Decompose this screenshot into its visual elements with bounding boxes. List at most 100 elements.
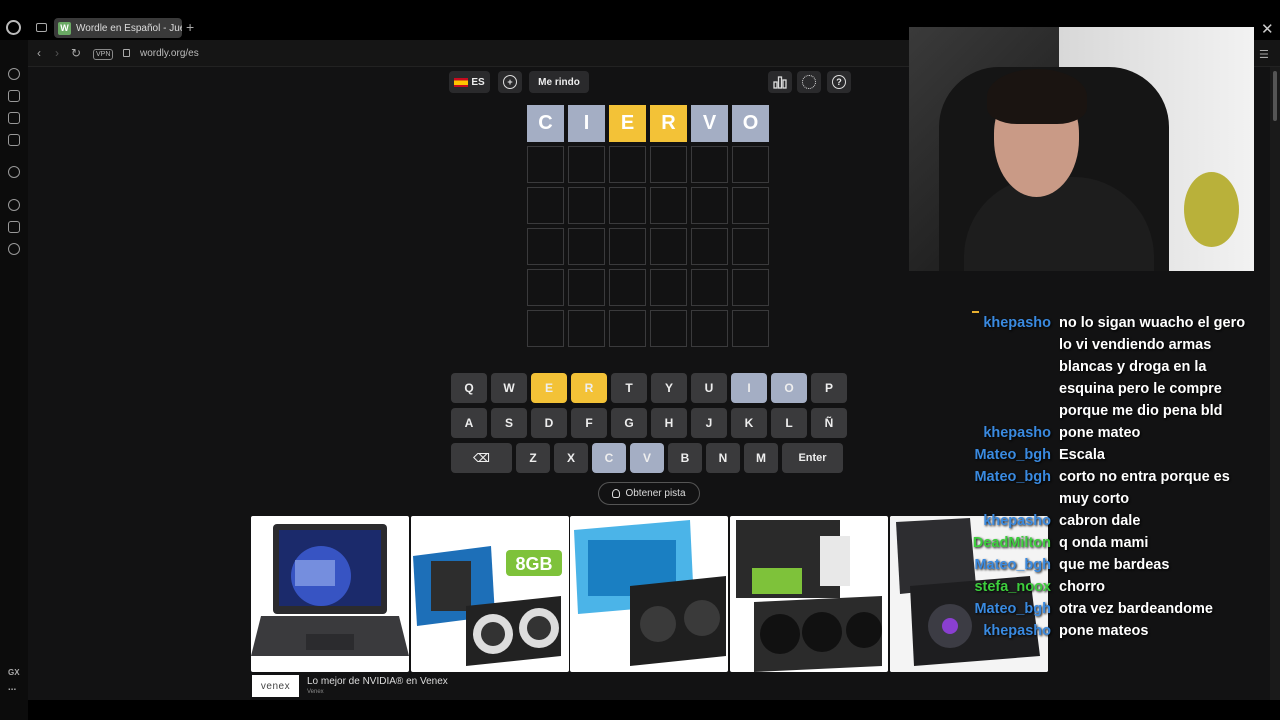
enter-key[interactable]: Enter: [782, 443, 843, 473]
ad-product-gigabyte-gpu[interactable]: [570, 516, 728, 672]
opera-logo-icon[interactable]: [6, 20, 21, 35]
chat-text: no lo sigan wuacho el gero lo vi vendien…: [1059, 315, 1246, 419]
chat-username[interactable]: Mateo_bgh: [958, 598, 1051, 620]
board-tile: [527, 269, 564, 306]
key-d[interactable]: D: [531, 408, 567, 438]
chat-text: corto no entra porque es muy corto: [1059, 469, 1230, 507]
stats-button[interactable]: [768, 71, 792, 93]
board-row: [527, 187, 772, 224]
gx-label[interactable]: GX: [8, 668, 20, 677]
keyboard-row: ASDFGHJKLÑ: [451, 408, 851, 438]
new-tab-plus-icon[interactable]: +: [186, 19, 194, 35]
chat-username[interactable]: khepasho: [958, 312, 1051, 422]
help-button[interactable]: ?: [827, 71, 851, 93]
key-v[interactable]: V: [630, 443, 664, 473]
give-up-button[interactable]: Me rindo: [529, 71, 589, 93]
refresh-sidebar-icon[interactable]: [8, 68, 20, 80]
chat-username[interactable]: khepasho: [958, 620, 1051, 642]
extensions-icon[interactable]: [8, 221, 20, 233]
key-q[interactable]: Q: [451, 373, 487, 403]
key-g[interactable]: G: [611, 408, 647, 438]
vpn-badge[interactable]: VPN: [93, 49, 114, 60]
board-tile: [568, 146, 605, 183]
board-tile: [691, 187, 728, 224]
wordle-favicon-icon: W: [58, 21, 71, 35]
key-e[interactable]: E: [531, 373, 567, 403]
key-f[interactable]: F: [571, 408, 607, 438]
board-tile: [732, 187, 769, 224]
chat-text: que me bardeas: [1059, 557, 1170, 573]
key-p[interactable]: P: [811, 373, 847, 403]
ad-product-asus-gpu[interactable]: [730, 516, 888, 672]
back-icon[interactable]: ‹: [37, 46, 41, 60]
spain-flag-icon: [454, 77, 469, 87]
chat-username[interactable]: khepasho: [958, 422, 1051, 444]
window-close-icon[interactable]: ✕: [1261, 20, 1274, 38]
key-h[interactable]: H: [651, 408, 687, 438]
history-icon[interactable]: [8, 199, 20, 211]
key-b[interactable]: B: [668, 443, 702, 473]
help-icon: ?: [832, 75, 846, 89]
backspace-key[interactable]: ⌫: [451, 443, 512, 473]
board-row: [527, 269, 772, 306]
forward-icon[interactable]: ›: [55, 46, 59, 60]
shopping-icon[interactable]: [8, 90, 20, 102]
hint-button[interactable]: Obtener pista: [598, 482, 700, 505]
key-u[interactable]: U: [691, 373, 727, 403]
board-tile: [568, 187, 605, 224]
easy-setup-menu-icon[interactable]: ☰: [1259, 48, 1269, 61]
chat-username[interactable]: Mateo_bgh: [958, 554, 1051, 576]
chat-username[interactable]: Mateo_bgh: [958, 466, 1051, 510]
chat-username[interactable]: khepasho: [958, 510, 1051, 532]
scroll-thumb[interactable]: [1273, 71, 1277, 121]
key-l[interactable]: L: [771, 408, 807, 438]
scrollbar[interactable]: [1270, 67, 1280, 700]
twitch-icon[interactable]: [8, 112, 20, 124]
ad-product-galax-gpu[interactable]: 8GB: [411, 516, 569, 672]
ad-product-laptop[interactable]: [251, 516, 409, 672]
more-icon[interactable]: ⋯: [8, 685, 16, 694]
chat-message: khepasho cabron dale: [958, 510, 1258, 532]
chat-username[interactable]: stefa_noox: [958, 576, 1051, 598]
key-o[interactable]: O: [771, 373, 807, 403]
key-k[interactable]: K: [731, 408, 767, 438]
key-w[interactable]: W: [491, 373, 527, 403]
chat-username[interactable]: Mateo_bgh: [958, 444, 1051, 466]
reload-icon[interactable]: ↻: [71, 46, 81, 60]
board-tile: O: [732, 105, 769, 142]
key-j[interactable]: J: [691, 408, 727, 438]
messenger-icon[interactable]: [8, 134, 20, 146]
board-tile: [609, 187, 646, 224]
board-tile: [650, 228, 687, 265]
key-x[interactable]: X: [554, 443, 588, 473]
venex-logo: venex: [252, 675, 299, 697]
settings-button[interactable]: [797, 71, 821, 93]
key-m[interactable]: M: [744, 443, 778, 473]
lock-icon[interactable]: [123, 49, 130, 57]
key-n[interactable]: N: [706, 443, 740, 473]
key-a[interactable]: A: [451, 408, 487, 438]
asus-gpu-image: [736, 520, 882, 672]
new-game-button[interactable]: +: [498, 71, 522, 93]
board-tile: [609, 228, 646, 265]
language-selector[interactable]: ES: [449, 71, 490, 93]
url-field[interactable]: wordly.org/es: [140, 48, 199, 59]
key-r[interactable]: R: [571, 373, 607, 403]
tab-switcher-icon[interactable]: [36, 23, 47, 32]
tab-wordle[interactable]: W Wordle en Español - Juego: [54, 18, 182, 38]
key-s[interactable]: S: [491, 408, 527, 438]
key-z[interactable]: Z: [516, 443, 550, 473]
laptop-image: [251, 524, 409, 656]
key-i[interactable]: I: [731, 373, 767, 403]
key-c[interactable]: C: [592, 443, 626, 473]
chat-username[interactable]: DeadMilton: [958, 532, 1051, 554]
board-tile: [568, 228, 605, 265]
ad-title[interactable]: Lo mejor de NVIDIA® en Venex: [307, 676, 448, 687]
key-t[interactable]: T: [611, 373, 647, 403]
chatgpt-icon[interactable]: [8, 166, 20, 178]
key-ñ[interactable]: Ñ: [811, 408, 847, 438]
settings-sidebar-icon[interactable]: [8, 243, 20, 255]
key-y[interactable]: Y: [651, 373, 687, 403]
ad-footer[interactable]: venex Lo mejor de NVIDIA® en Venex Venex: [251, 672, 1051, 700]
board-tile: [650, 269, 687, 306]
